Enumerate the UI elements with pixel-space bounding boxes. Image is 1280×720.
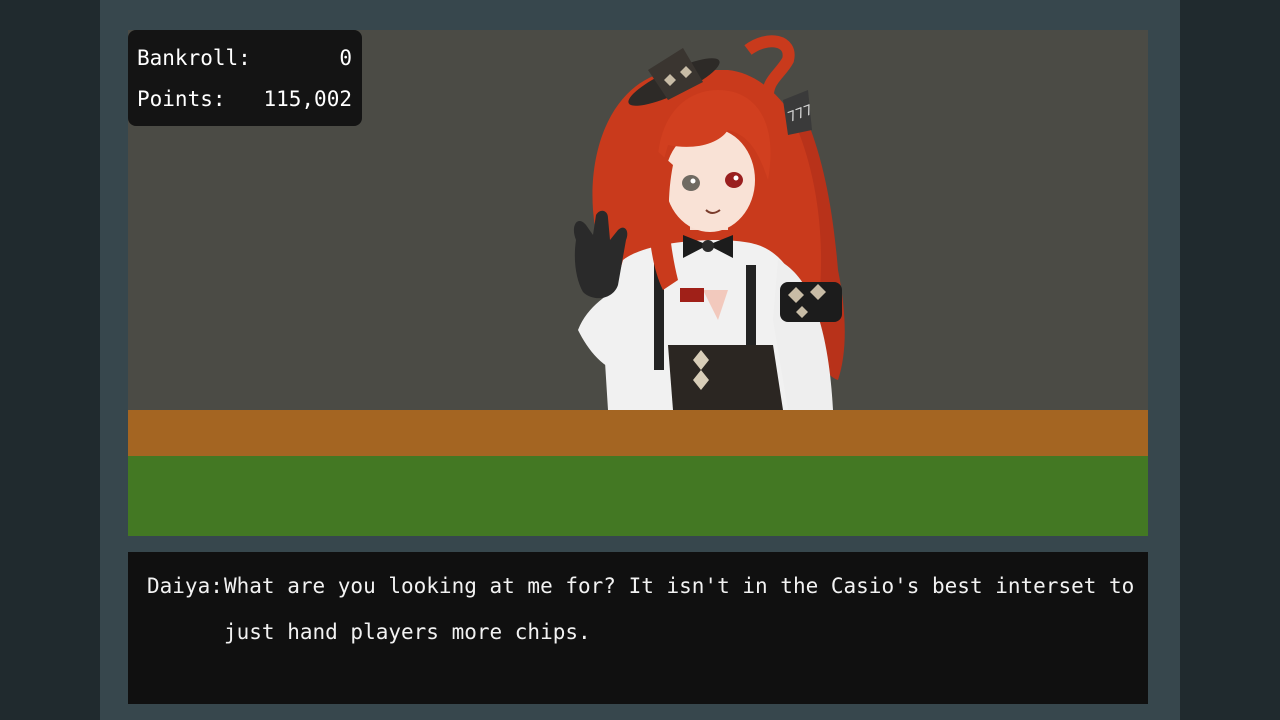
dialogue-line-1: What are you looking at me for? It isn't… [224,574,1135,598]
bankroll-row: Bankroll: 0 [137,43,352,73]
points-value: 115,002 [263,87,352,111]
dialogue-box[interactable]: Daiya: What are you looking at me for? I… [128,552,1148,704]
points-row: Points: 115,002 [137,84,352,114]
stats-panel: Bankroll: 0 Points: 115,002 [128,30,362,126]
speaker-name: Daiya: [147,574,223,598]
points-label: Points: [137,87,226,111]
bankroll-value: 0 [339,46,352,70]
bankroll-label: Bankroll: [137,46,251,70]
table-rail [128,410,1148,456]
table-felt [128,456,1148,536]
dealer-character: 777 [573,35,845,410]
dialogue-line-2: just hand players more chips. [224,620,591,644]
